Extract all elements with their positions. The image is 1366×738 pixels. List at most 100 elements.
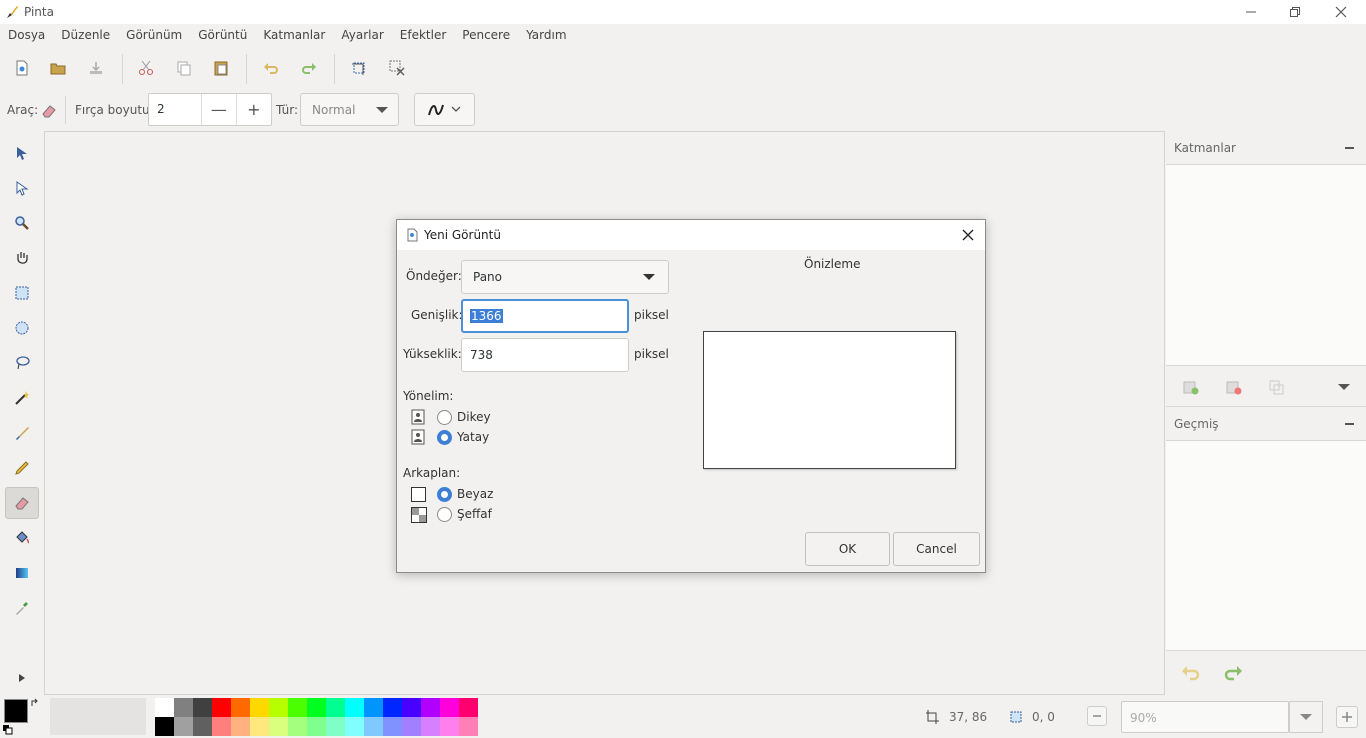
white-background-label[interactable]: Beyaz	[457, 487, 493, 501]
move-selected-tool[interactable]	[5, 137, 39, 169]
landscape-radio[interactable]	[437, 430, 452, 445]
magic-wand-tool[interactable]	[5, 382, 39, 414]
reset-colors-icon[interactable]	[3, 725, 13, 735]
close-window-button[interactable]	[1318, 0, 1364, 24]
menu-help[interactable]: Yardım	[518, 28, 574, 42]
transparent-background-radio[interactable]	[437, 507, 452, 522]
color-picker-tool[interactable]	[5, 592, 39, 624]
palette-swatch[interactable]	[345, 698, 364, 717]
history-redo-icon[interactable]	[1222, 663, 1244, 683]
paintbrush-tool[interactable]	[5, 417, 39, 449]
redo-button[interactable]	[297, 56, 321, 80]
increase-brush-size-button[interactable]: +	[237, 94, 271, 125]
menu-image[interactable]: Görüntü	[190, 28, 255, 42]
palette-swatch[interactable]	[288, 698, 307, 717]
decrease-brush-size-button[interactable]: —	[202, 94, 237, 125]
palette-swatch[interactable]	[459, 698, 478, 717]
width-input[interactable]: 1366	[461, 299, 629, 333]
menu-adjustments[interactable]: Ayarlar	[333, 28, 391, 42]
history-undo-icon[interactable]	[1180, 663, 1202, 683]
gradient-tool[interactable]	[5, 557, 39, 589]
undo-button[interactable]	[259, 56, 283, 80]
dialog-close-icon[interactable]	[959, 226, 977, 244]
more-tools-button[interactable]	[5, 662, 39, 694]
add-layer-icon[interactable]	[1183, 379, 1199, 395]
palette-swatch[interactable]	[421, 717, 440, 736]
ellipse-select-tool[interactable]	[5, 312, 39, 344]
palette-swatch[interactable]	[174, 717, 193, 736]
history-list[interactable]	[1166, 441, 1366, 650]
layers-list[interactable]	[1166, 165, 1366, 365]
palette-swatch[interactable]	[326, 698, 345, 717]
copy-button[interactable]	[172, 56, 196, 80]
primary-color-swatch[interactable]	[4, 699, 28, 723]
palette-swatch[interactable]	[250, 698, 269, 717]
restore-button[interactable]	[1272, 0, 1318, 24]
menu-file[interactable]: Dosya	[0, 28, 53, 42]
palette-swatch[interactable]	[440, 698, 459, 717]
ok-button[interactable]: OK	[805, 532, 890, 566]
rectangle-select-tool[interactable]	[5, 277, 39, 309]
palette-swatch[interactable]	[155, 717, 174, 736]
height-input[interactable]: 738	[461, 338, 629, 372]
menu-edit[interactable]: Düzenle	[53, 28, 118, 42]
palette-swatch[interactable]	[193, 717, 212, 736]
palette-swatch[interactable]	[307, 717, 326, 736]
palette-swatch[interactable]	[269, 698, 288, 717]
portrait-radio[interactable]	[437, 410, 452, 425]
palette-swatch[interactable]	[421, 698, 440, 717]
palette-swatch[interactable]	[326, 717, 345, 736]
minimize-button[interactable]	[1228, 0, 1274, 24]
palette-swatch[interactable]	[250, 717, 269, 736]
palette-swatch[interactable]	[383, 717, 402, 736]
brush-size-value[interactable]: 2	[149, 94, 203, 125]
antialiasing-dropdown[interactable]	[414, 93, 475, 126]
menu-view[interactable]: Görünüm	[118, 28, 190, 42]
delete-layer-icon[interactable]	[1226, 379, 1242, 395]
white-background-radio[interactable]	[437, 487, 452, 502]
new-image-button[interactable]	[10, 56, 34, 80]
collapse-history-button[interactable]	[1345, 423, 1354, 425]
pencil-tool[interactable]	[5, 452, 39, 484]
palette-swatch[interactable]	[345, 717, 364, 736]
palette-swatch[interactable]	[155, 698, 174, 717]
landscape-label[interactable]: Yatay	[457, 430, 489, 444]
palette-swatch[interactable]	[364, 717, 383, 736]
cancel-button[interactable]: Cancel	[893, 532, 980, 566]
menu-layers[interactable]: Katmanlar	[255, 28, 333, 42]
palette-swatch[interactable]	[440, 717, 459, 736]
menu-effects[interactable]: Efektler	[392, 28, 455, 42]
palette-swatch[interactable]	[174, 698, 193, 717]
palette-swatch[interactable]	[231, 698, 250, 717]
preset-dropdown[interactable]: Pano	[461, 260, 669, 294]
open-button[interactable]	[46, 56, 70, 80]
cut-button[interactable]	[134, 56, 158, 80]
palette-swatch[interactable]	[307, 698, 326, 717]
eraser-tool[interactable]	[5, 487, 39, 519]
palette-swatch[interactable]	[212, 717, 231, 736]
save-button[interactable]	[84, 56, 108, 80]
paint-bucket-tool[interactable]	[5, 522, 39, 554]
palette-swatch[interactable]	[364, 698, 383, 717]
portrait-label[interactable]: Dikey	[457, 410, 491, 424]
palette-swatch[interactable]	[212, 698, 231, 717]
palette-swatch[interactable]	[193, 698, 212, 717]
swap-colors-icon[interactable]	[30, 698, 40, 708]
layers-menu-chevron-icon[interactable]	[1338, 383, 1350, 391]
crop-to-selection-button[interactable]	[347, 56, 371, 80]
lasso-select-tool[interactable]	[5, 347, 39, 379]
palette-swatch[interactable]	[383, 698, 402, 717]
palette-swatch[interactable]	[288, 717, 307, 736]
duplicate-layer-icon[interactable]	[1269, 379, 1285, 395]
transparent-background-label[interactable]: Şeffaf	[457, 507, 492, 521]
zoom-tool[interactable]	[5, 207, 39, 239]
type-dropdown[interactable]: Normal	[300, 93, 399, 126]
zoom-out-button[interactable]	[1087, 706, 1107, 726]
palette-swatch[interactable]	[459, 717, 478, 736]
collapse-layers-button[interactable]	[1345, 147, 1354, 149]
menu-window[interactable]: Pencere	[454, 28, 518, 42]
pan-tool[interactable]	[5, 242, 39, 274]
deselect-button[interactable]	[385, 56, 409, 80]
brush-size-spinner[interactable]: 2 — +	[148, 93, 272, 126]
move-selection-tool[interactable]	[5, 172, 39, 204]
